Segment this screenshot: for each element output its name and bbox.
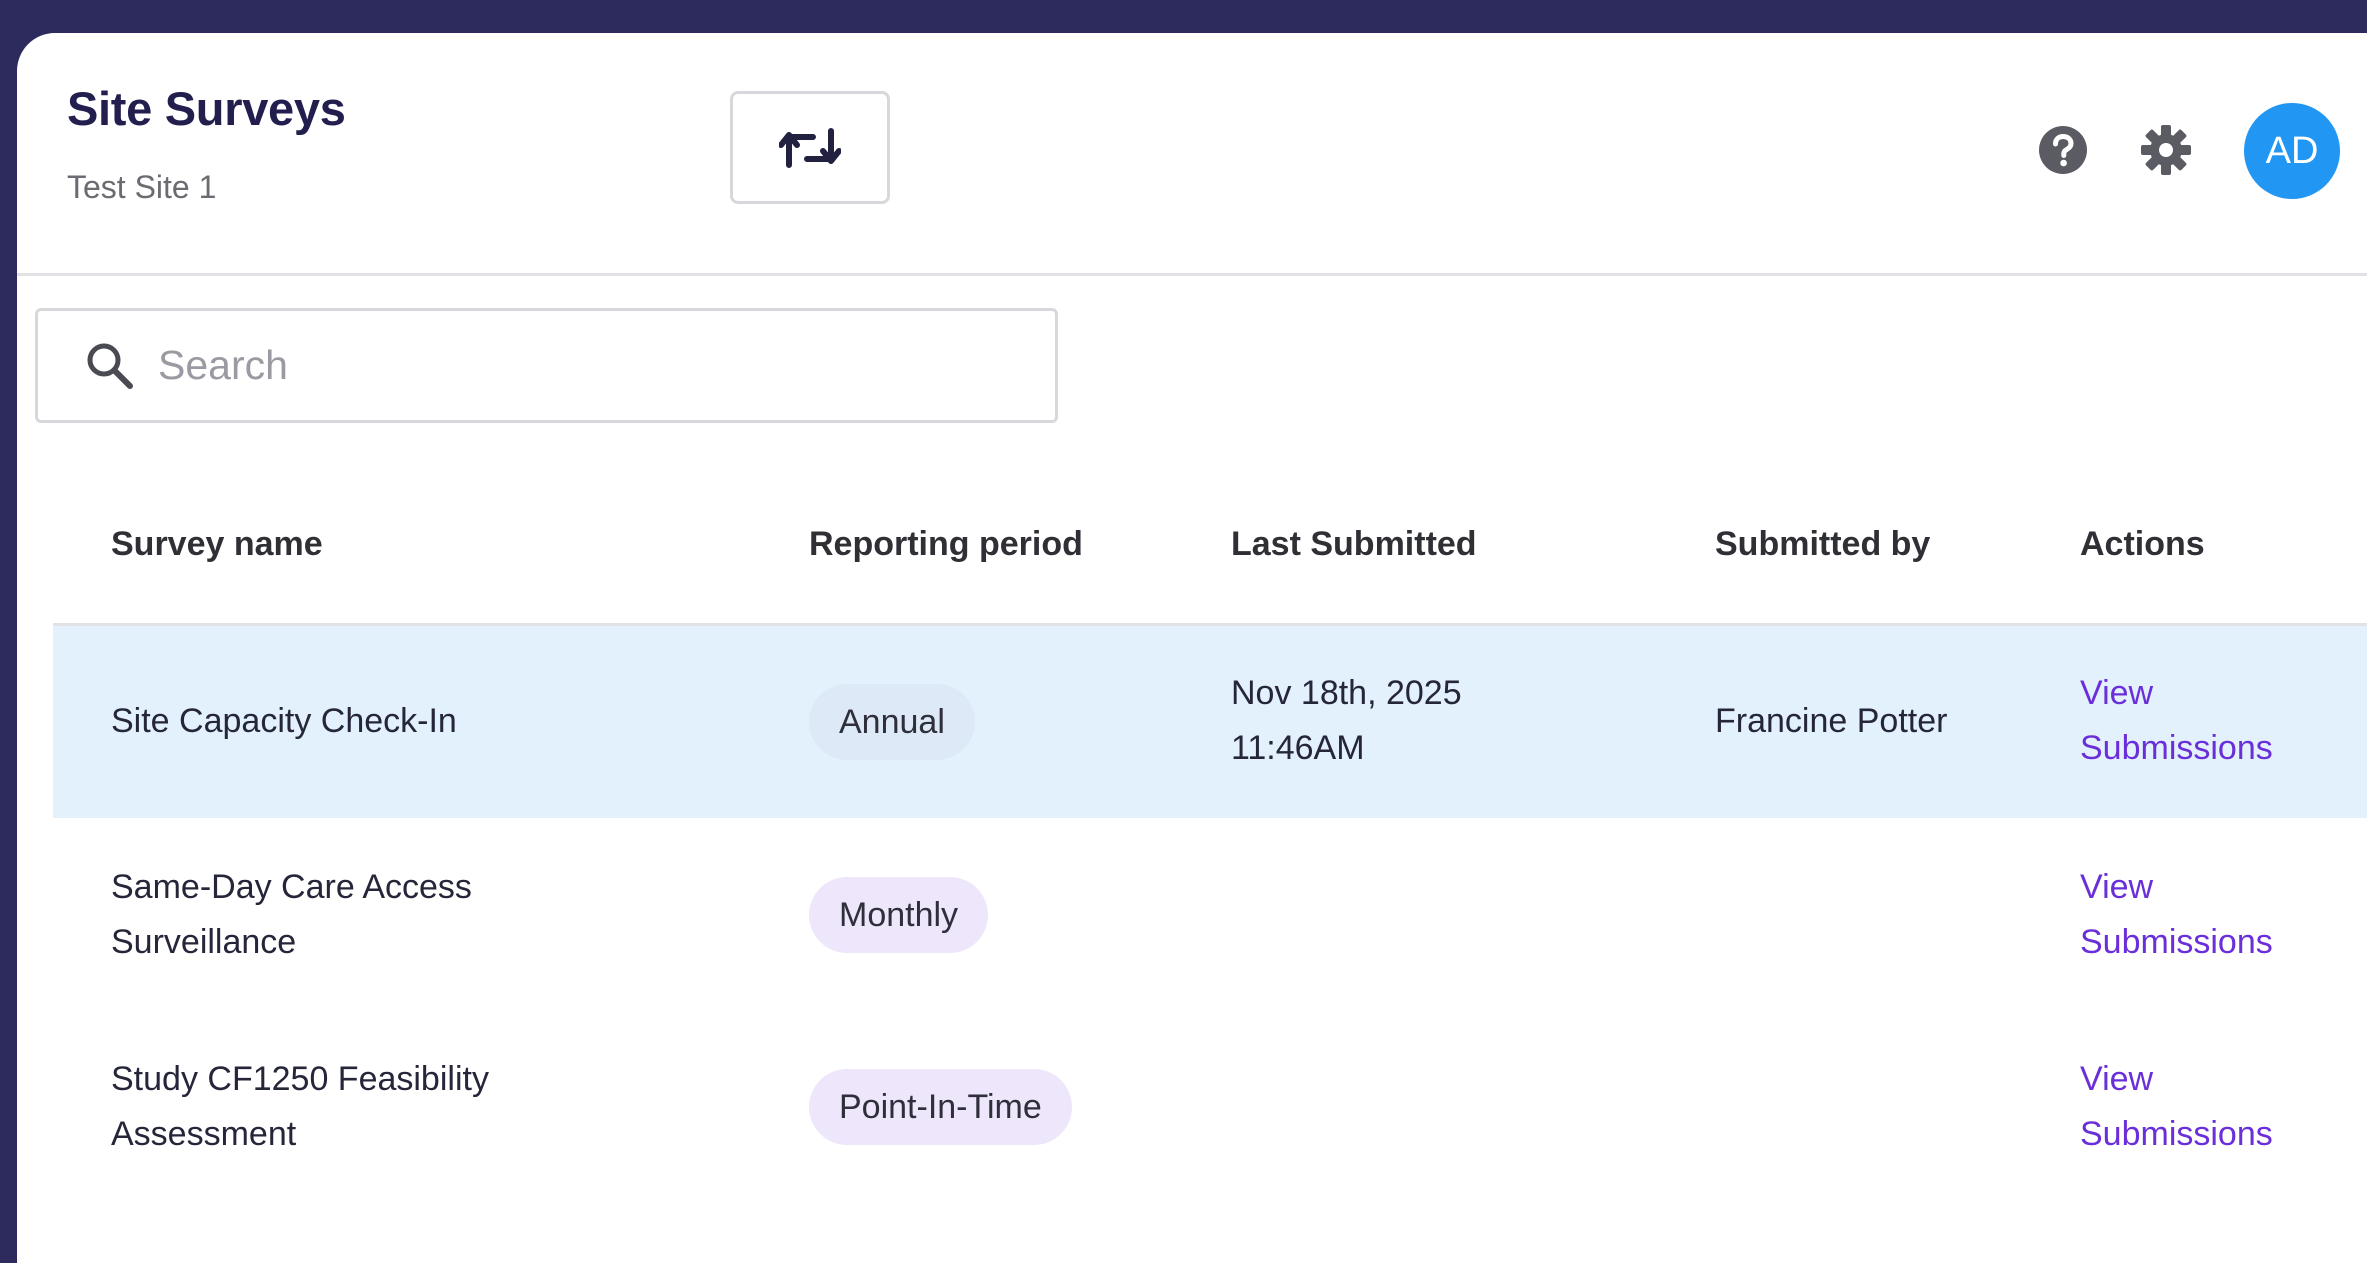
survey-name: Study CF1250 Feasibility [111, 1060, 489, 1098]
column-header-submitted-by: Submitted by [1715, 525, 1931, 563]
page-title: Site Surveys [67, 82, 346, 135]
column-header-actions: Actions [2080, 525, 2205, 563]
survey-name-continued: Surveillance [111, 923, 297, 961]
survey-name: Site Capacity Check-In [111, 702, 457, 740]
last-submitted-time: 11:46AM [1231, 729, 1365, 767]
switch-site-button[interactable] [730, 91, 890, 204]
search-input[interactable] [158, 331, 1018, 399]
column-header-reporting-period: Reporting period [809, 525, 1083, 563]
search-box[interactable] [35, 308, 1058, 423]
reporting-period-badge: Point-In-Time [809, 1069, 1072, 1145]
view-submissions-link[interactable]: View [2080, 860, 2153, 915]
site-subtitle: Test Site 1 [67, 169, 217, 205]
view-submissions-link[interactable]: Submissions [2080, 1107, 2273, 1162]
surveys-table: Survey name Reporting period Last Submit… [53, 473, 2367, 1202]
gear-icon[interactable] [2140, 124, 2192, 176]
submitted-by: Francine Potter [1715, 702, 1948, 740]
user-avatar[interactable]: AD [2244, 103, 2340, 199]
page-header: Site Surveys Test Site 1 AD [17, 33, 2367, 276]
table-row[interactable]: Same-Day Care Access Surveillance Monthl… [53, 818, 2367, 1010]
last-submitted-date: Nov 18th, 2025 [1231, 674, 1462, 712]
search-icon [87, 343, 133, 389]
question-circle-icon[interactable] [2038, 125, 2088, 175]
reporting-period-badge: Annual [809, 684, 975, 760]
table-header: Survey name Reporting period Last Submit… [53, 473, 2367, 626]
view-submissions-link[interactable]: View [2080, 1052, 2153, 1107]
view-submissions-link[interactable]: Submissions [2080, 915, 2273, 970]
view-submissions-link[interactable]: Submissions [2080, 721, 2273, 776]
column-header-survey-name: Survey name [111, 525, 323, 563]
table-row[interactable]: Study CF1250 Feasibility Assessment Poin… [53, 1010, 2367, 1202]
survey-name: Same-Day Care Access [111, 868, 472, 906]
survey-name-continued: Assessment [111, 1115, 297, 1153]
table-row[interactable]: Site Capacity Check-In Annual Nov 18th, … [53, 626, 2367, 818]
swap-arrows-icon [779, 127, 841, 168]
main-panel: Site Surveys Test Site 1 AD Search Surve… [17, 33, 2367, 1263]
column-header-last-submitted: Last Submitted [1231, 525, 1477, 563]
view-submissions-link[interactable]: View [2080, 666, 2153, 721]
reporting-period-badge: Monthly [809, 877, 989, 953]
